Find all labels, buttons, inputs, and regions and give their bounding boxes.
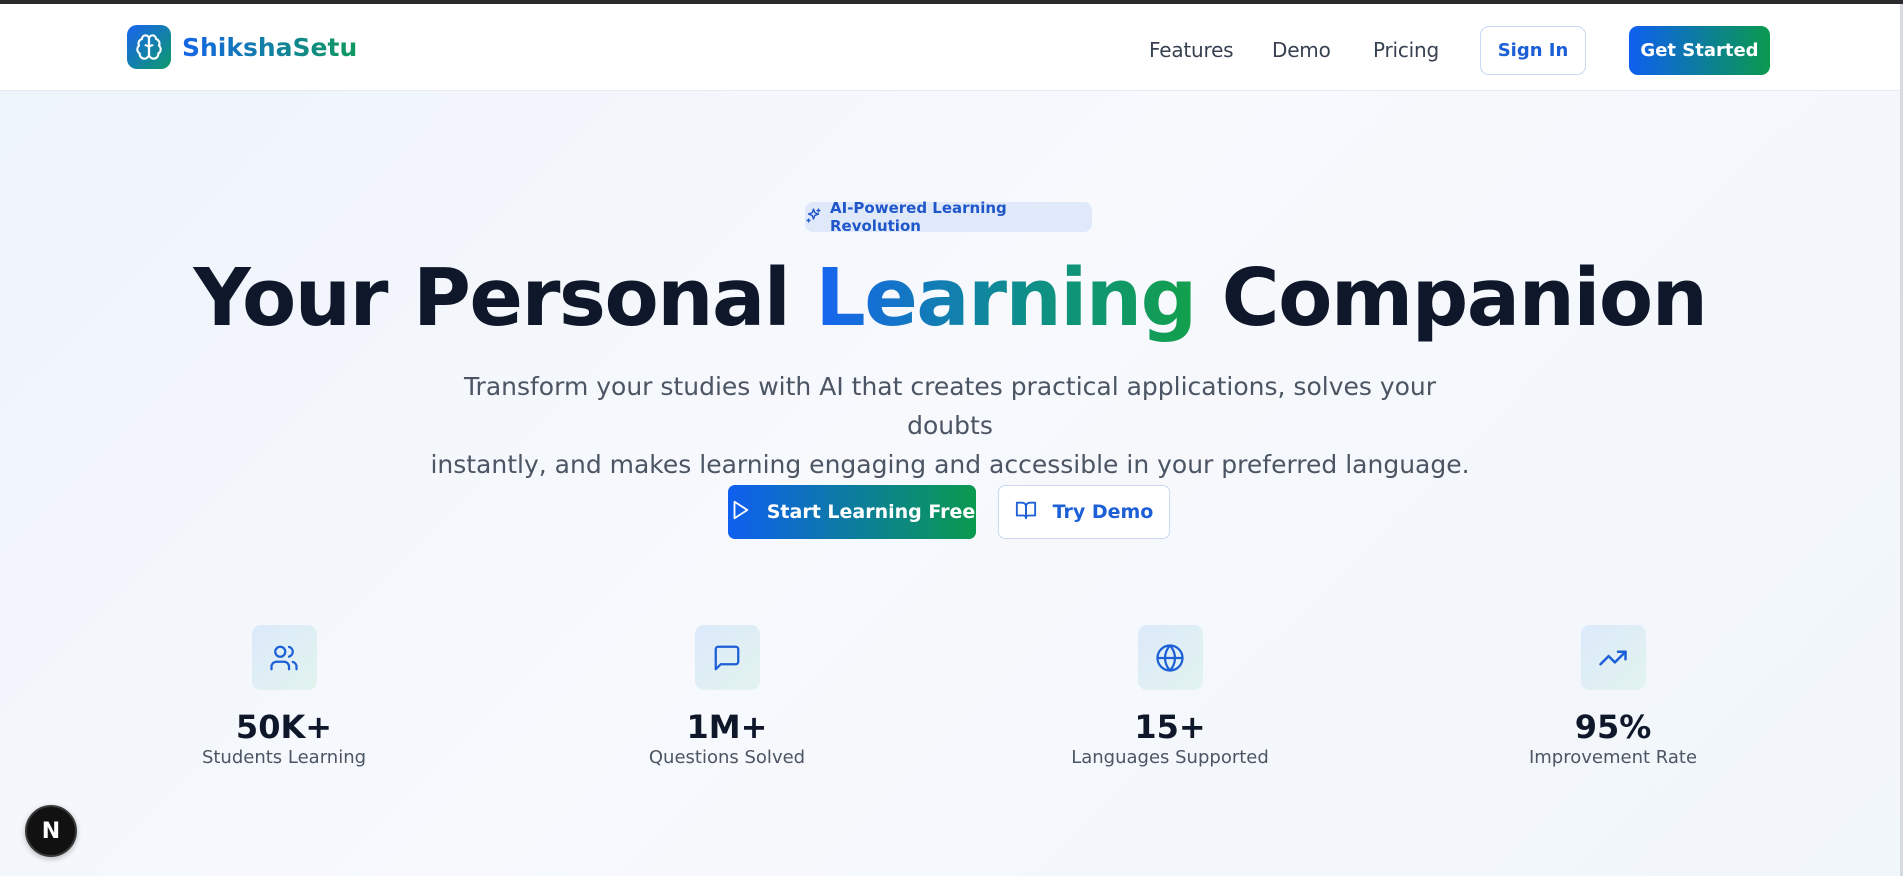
brand-name: ShikshaSetu <box>182 32 358 62</box>
stat-value: 50K+ <box>235 708 333 746</box>
stat-value: 15+ <box>1134 708 1206 746</box>
stat-label: Questions Solved <box>648 747 806 768</box>
stat-improvement: 95% Improvement Rate <box>1463 625 1763 768</box>
hero-title-pre: Your Personal <box>193 252 816 344</box>
nextjs-dev-indicator[interactable]: N <box>25 805 77 857</box>
brain-icon <box>127 25 171 69</box>
hero-title-post: Companion <box>1195 252 1708 344</box>
nav-link-demo[interactable]: Demo <box>1272 38 1331 62</box>
hero-subtitle: Transform your studies with AI that crea… <box>430 367 1470 484</box>
book-open-icon <box>1015 499 1037 526</box>
stat-label: Students Learning <box>201 747 367 768</box>
ai-badge-label: AI-Powered Learning Revolution <box>830 199 1007 235</box>
try-demo-label: Try Demo <box>1052 501 1154 523</box>
try-demo-button[interactable]: Try Demo <box>998 485 1170 539</box>
stat-label: Improvement Rate <box>1528 747 1698 768</box>
trending-up-icon <box>1580 625 1646 690</box>
stat-languages: 15+ Languages Supported <box>1020 625 1320 768</box>
globe-icon <box>1137 625 1203 690</box>
brand[interactable]: ShikshaSetu <box>127 25 357 69</box>
users-icon <box>251 625 317 690</box>
hero-title-highlight: Learning <box>815 252 1197 344</box>
stat-label: Languages Supported <box>1071 747 1269 768</box>
hero-subtitle-line-1: Transform your studies with AI that crea… <box>463 372 1437 440</box>
nav-link-features[interactable]: Features <box>1149 38 1234 62</box>
start-learning-label: Start Learning Free <box>766 501 976 523</box>
sparkles-icon <box>805 207 822 228</box>
hero-title: Your Personal Learning Companion <box>0 250 1900 346</box>
stat-value: 1M+ <box>686 708 768 746</box>
ai-badge: AI-Powered Learning Revolution <box>805 199 1092 235</box>
hero-subtitle-line-2: instantly, and makes learning engaging a… <box>430 450 1470 479</box>
get-started-button[interactable]: Get Started <box>1629 26 1770 75</box>
top-navigation: ShikshaSetu Features Demo Pricing Sign I… <box>0 4 1900 91</box>
start-learning-button[interactable]: Start Learning Free <box>728 485 976 539</box>
sign-in-button[interactable]: Sign In <box>1480 26 1586 75</box>
stat-value: 95% <box>1574 708 1652 746</box>
nav-link-pricing[interactable]: Pricing <box>1373 38 1439 62</box>
message-square-icon <box>694 625 760 690</box>
stat-questions: 1M+ Questions Solved <box>577 625 877 768</box>
stat-students: 50K+ Students Learning <box>134 625 434 768</box>
play-icon <box>729 499 751 526</box>
